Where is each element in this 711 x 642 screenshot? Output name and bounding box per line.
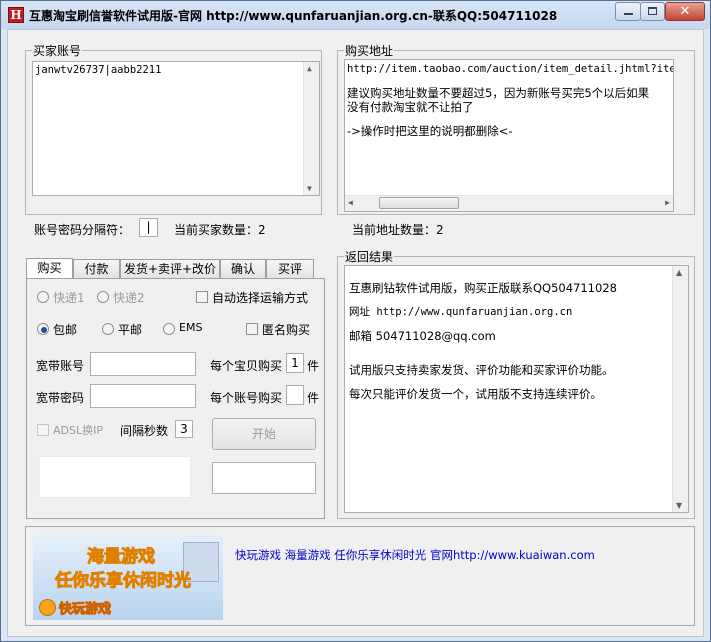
ad-banner-frame: 海量游戏 任你乐享休闲时光 快玩游戏 快玩游戏 海量游戏 任你乐享休闲时光 官网… — [25, 526, 695, 626]
result-line-1: 互惠刷钻软件试用版，购买正版联系QQ504711028 — [349, 281, 617, 295]
broadband-account-label: 宽带账号 — [36, 359, 85, 373]
free-shipping-label: 包邮 — [53, 323, 78, 337]
maximize-icon — [648, 7, 657, 15]
results-scrollbar[interactable]: ▲ ▼ — [672, 266, 688, 512]
per-account-input[interactable] — [286, 385, 304, 405]
scroll-down-icon[interactable]: ▼ — [307, 184, 312, 193]
status-output-box[interactable] — [212, 462, 316, 494]
result-line-4: 试用版只支持卖家发货、评价功能和买家评价功能。 — [349, 363, 614, 377]
express2-radio[interactable] — [97, 291, 109, 303]
client-area: 买家账号 janwtv26737|aabb2211 ▲ ▼ 账号密码分隔符： |… — [7, 29, 704, 637]
ems-radio[interactable] — [163, 323, 175, 335]
adsl-label: ADSL换IP — [53, 424, 103, 437]
result-line-5: 每次只能评价发货一个，试用版不支持连续评价。 — [349, 387, 602, 401]
tab-ship-review[interactable]: 发货+卖评+改价 — [120, 259, 220, 278]
buyer-accounts-scrollbar[interactable]: ▲ ▼ — [303, 62, 319, 195]
broadband-account-input[interactable] — [90, 352, 196, 376]
scroll-up-icon[interactable]: ▲ — [676, 268, 682, 277]
per-account-label: 每个账号购买 — [210, 391, 283, 405]
interval-input[interactable]: 3 — [175, 420, 193, 438]
broadband-password-label: 宽带密码 — [36, 391, 85, 405]
separator-input[interactable]: | — [139, 218, 158, 237]
express2-label: 快递2 — [113, 291, 145, 305]
hscroll-thumb[interactable] — [379, 197, 459, 209]
scroll-down-icon[interactable]: ▼ — [676, 501, 682, 510]
app-window: H 互惠淘宝刷信誉软件试用版-官网 http://www.qunfaruanji… — [0, 0, 711, 642]
mascot-icon — [39, 599, 56, 616]
express1-label: 快递1 — [53, 291, 85, 305]
url-note-line-3: ->操作时把这里的说明都删除<- — [347, 124, 513, 138]
buyer-accounts-legend: 买家账号 — [33, 44, 82, 58]
anonymous-label: 匿名购买 — [262, 323, 311, 337]
tab-buyer-review[interactable]: 买评 — [266, 259, 314, 278]
broadband-password-input[interactable] — [90, 384, 196, 408]
tab-confirm[interactable]: 确认 — [220, 259, 266, 278]
tab-page-buy: 快递1 快递2 自动选择运输方式 包邮 平邮 EMS 匿名购买 宽带账号 每个宝… — [26, 278, 325, 519]
buyer-account-line: janwtv26737|aabb2211 — [35, 64, 162, 76]
free-shipping-radio[interactable] — [37, 323, 49, 335]
close-icon: ✕ — [679, 4, 691, 19]
scroll-up-icon[interactable]: ▲ — [307, 64, 312, 73]
radio-selected-dot — [41, 327, 47, 333]
ad-banner-image[interactable]: 海量游戏 任你乐享休闲时光 快玩游戏 — [33, 534, 223, 620]
anonymous-checkbox[interactable] — [246, 323, 258, 335]
banner-link[interactable]: 快玩游戏 海量游戏 任你乐享休闲时光 官网http://www.kuaiwan.… — [235, 547, 595, 563]
surface-mail-radio[interactable] — [102, 323, 114, 335]
ems-label: EMS — [179, 321, 203, 334]
per-item-unit: 件 — [307, 359, 320, 373]
banner-logo-text: 快玩游戏 — [58, 602, 112, 618]
adsl-checkbox[interactable] — [37, 424, 49, 436]
separator-label: 账号密码分隔符： — [34, 223, 131, 237]
tab-buy[interactable]: 购买 — [26, 258, 73, 279]
purchase-urls-textarea[interactable]: http://item.taobao.com/auction/item_deta… — [344, 59, 674, 212]
title-bar[interactable]: H 互惠淘宝刷信誉软件试用版-官网 http://www.qunfaruanji… — [1, 1, 710, 29]
auto-shipping-label: 自动选择运输方式 — [212, 291, 309, 305]
results-legend: 返回结果 — [345, 250, 394, 264]
surface-mail-label: 平邮 — [118, 323, 143, 337]
minimize-icon — [624, 13, 633, 15]
start-button[interactable]: 开始 — [212, 418, 316, 450]
close-button[interactable]: ✕ — [665, 2, 705, 21]
url-count-label: 当前地址数量：2 — [352, 223, 444, 237]
buyer-count-label: 当前买家数量：2 — [174, 223, 266, 237]
minimize-button[interactable] — [615, 2, 641, 21]
purchase-urls-hscrollbar[interactable]: ◀ ▶ — [345, 195, 673, 211]
tab-container: 购买 付款 发货+卖评+改价 确认 买评 快递1 快递2 自动选择运输方式 包邮… — [25, 258, 326, 519]
express1-radio[interactable] — [37, 291, 49, 303]
per-item-label: 每个宝贝购买 — [210, 359, 283, 373]
banner-headline-1: 海量游戏 — [87, 547, 156, 568]
maximize-button[interactable] — [640, 2, 665, 21]
interval-label: 间隔秒数 — [120, 424, 169, 438]
per-item-input[interactable]: 1 — [286, 353, 304, 373]
window-title: 互惠淘宝刷信誉软件试用版-官网 http://www.qunfaruanjian… — [29, 9, 558, 23]
result-line-2: 网址 http://www.qunfaruanjian.org.cn — [349, 306, 573, 318]
results-textarea[interactable]: 互惠刷钻软件试用版，购买正版联系QQ504711028 网址 http://ww… — [344, 265, 689, 513]
per-account-unit: 件 — [307, 391, 320, 405]
purchase-urls-legend: 购买地址 — [345, 44, 394, 58]
auto-shipping-checkbox[interactable] — [196, 291, 208, 303]
url-line-1: http://item.taobao.com/auction/item_deta… — [347, 63, 674, 75]
app-icon: H — [8, 7, 24, 23]
buyer-accounts-textarea[interactable]: janwtv26737|aabb2211 ▲ ▼ — [32, 61, 320, 196]
tab-pay[interactable]: 付款 — [73, 259, 120, 278]
scroll-left-icon[interactable]: ◀ — [348, 198, 353, 207]
status-panel — [39, 456, 191, 498]
scroll-right-icon[interactable]: ▶ — [665, 198, 670, 207]
result-line-3: 邮箱 504711028@qq.com — [349, 329, 496, 343]
url-note-line-2: 没有付款淘宝就不让拍了 — [347, 100, 474, 114]
banner-headline-2: 任你乐享休闲时光 — [55, 571, 192, 592]
